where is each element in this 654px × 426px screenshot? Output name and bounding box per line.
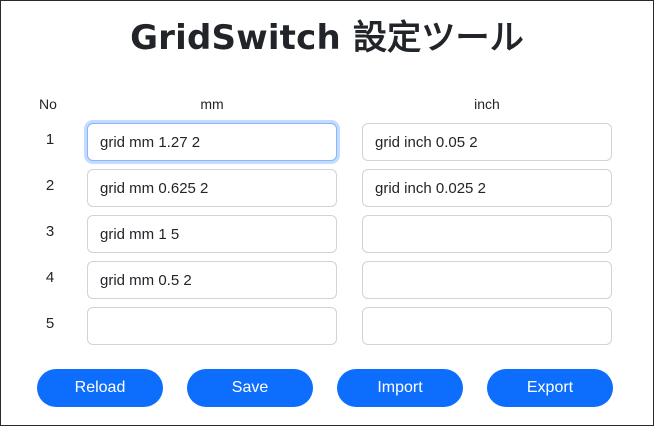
column-header-inch: inch xyxy=(474,96,500,112)
row-number-5: 5 xyxy=(45,315,55,332)
mm-grid-field-3[interactable] xyxy=(87,215,337,253)
inch-grid-field-5[interactable] xyxy=(362,307,612,345)
import-button[interactable]: Import xyxy=(337,369,463,407)
inch-grid-field-3[interactable] xyxy=(362,215,612,253)
app-window: GridSwitch 設定ツール No mm inch 1 2 3 4 5 Re… xyxy=(0,0,654,426)
inch-grid-field-1[interactable] xyxy=(362,123,612,161)
row-number-2: 2 xyxy=(45,177,55,194)
column-header-mm: mm xyxy=(200,96,224,112)
mm-grid-field-2[interactable] xyxy=(87,169,337,207)
inch-grid-field-4[interactable] xyxy=(362,261,612,299)
page-title: GridSwitch 設定ツール xyxy=(130,18,524,58)
mm-grid-field-4[interactable] xyxy=(87,261,337,299)
save-button[interactable]: Save xyxy=(187,369,313,407)
inch-grid-field-2[interactable] xyxy=(362,169,612,207)
row-number-1: 1 xyxy=(45,131,55,148)
mm-grid-field-1[interactable] xyxy=(87,123,337,161)
column-header-no: No xyxy=(39,96,57,112)
row-number-4: 4 xyxy=(45,269,55,286)
row-number-3: 3 xyxy=(45,223,55,240)
mm-grid-field-5[interactable] xyxy=(87,307,337,345)
export-button[interactable]: Export xyxy=(487,369,613,407)
reload-button[interactable]: Reload xyxy=(37,369,163,407)
